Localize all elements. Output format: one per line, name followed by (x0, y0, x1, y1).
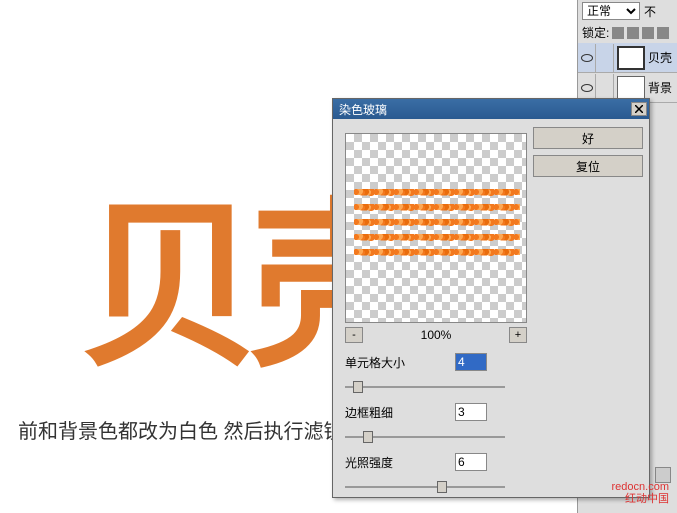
zoom-out-button[interactable]: - (345, 327, 363, 343)
light-intensity-slider[interactable] (345, 479, 505, 495)
layer-row[interactable]: 贝壳 (578, 43, 677, 73)
reset-button[interactable]: 复位 (533, 155, 643, 177)
border-thickness-slider[interactable] (345, 429, 505, 445)
link-toggle[interactable] (596, 44, 614, 72)
zoom-value: 100% (421, 328, 452, 342)
layer-thumbnail[interactable] (617, 46, 645, 70)
slider-thumb[interactable] (353, 381, 363, 393)
cell-size-slider[interactable] (345, 379, 505, 395)
preview-pattern (354, 189, 520, 259)
dialog-title: 染色玻璃 (339, 101, 387, 118)
cell-size-label: 单元格大小 (345, 354, 455, 371)
lock-all-icon[interactable] (657, 27, 669, 39)
layer-name: 背景 (648, 79, 672, 96)
light-intensity-input[interactable] (455, 453, 487, 471)
close-button[interactable] (631, 102, 647, 116)
light-intensity-label: 光照强度 (345, 454, 455, 471)
slider-thumb[interactable] (363, 431, 373, 443)
visibility-toggle[interactable] (578, 44, 596, 72)
dialog-titlebar[interactable]: 染色玻璃 (333, 99, 649, 119)
eye-icon (581, 54, 593, 62)
layer-thumbnail[interactable] (617, 76, 645, 100)
close-icon (635, 105, 643, 113)
border-thickness-input[interactable] (455, 403, 487, 421)
watermark: redocn.com 红动中国 (612, 481, 669, 505)
border-thickness-label: 边框粗细 (345, 404, 455, 421)
layer-name: 贝壳 (648, 49, 672, 66)
opacity-label: 不 (644, 3, 656, 20)
eye-icon (581, 84, 593, 92)
filter-preview[interactable] (345, 133, 527, 323)
slider-thumb[interactable] (437, 481, 447, 493)
cell-size-input[interactable] (455, 353, 487, 371)
lock-transparent-icon[interactable] (612, 27, 624, 39)
zoom-in-button[interactable]: + (509, 327, 527, 343)
blend-mode-select[interactable]: 正常 (582, 2, 640, 20)
stained-glass-dialog: 染色玻璃 好 复位 - 100% + 单元格大小 边框粗细 光照强度 (332, 98, 650, 498)
ok-button[interactable]: 好 (533, 127, 643, 149)
lock-move-icon[interactable] (642, 27, 654, 39)
lock-label: 锁定: (582, 24, 609, 41)
lock-paint-icon[interactable] (627, 27, 639, 39)
